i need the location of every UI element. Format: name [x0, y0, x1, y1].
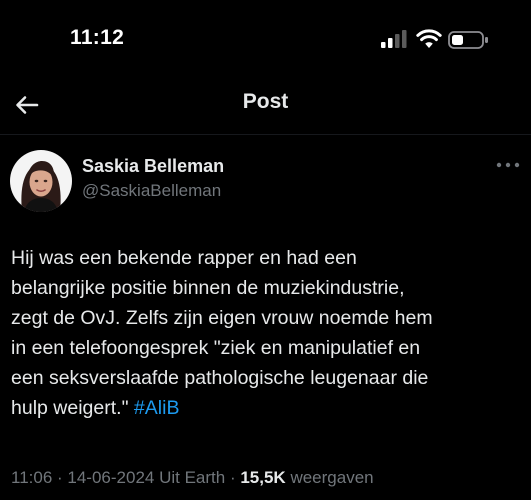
hashtag-link[interactable]: #AliB: [134, 397, 180, 419]
post-text: Hij was een bekende rapper en had een be…: [11, 243, 523, 423]
post-text-line: Hij was een bekende rapper en had een: [11, 247, 357, 269]
meta-separator: ·: [52, 468, 68, 487]
author-handle[interactable]: @SaskiaBelleman: [82, 181, 221, 201]
post-text-line: in een telefoongesprek "ziek en manipula…: [11, 337, 421, 359]
post-text-line: hulp weigert.": [11, 397, 129, 419]
avatar[interactable]: [10, 150, 72, 212]
wifi-icon: [416, 29, 442, 48]
cellular-signal-icon: [381, 30, 407, 48]
post-text-last-line: hulp weigert." #AliB: [11, 393, 523, 423]
post-time: 11:06: [11, 468, 53, 487]
avatar-image: [10, 150, 72, 212]
post-text-line: belangrijke positie binnen de muziekindu…: [11, 277, 405, 299]
author-display-name[interactable]: Saskia Belleman: [82, 156, 224, 177]
views-label[interactable]: weergaven: [290, 468, 373, 487]
status-bar: 11:12: [0, 0, 531, 80]
post-source: Uit Earth: [159, 468, 226, 487]
meta-separator: ·: [225, 468, 241, 487]
post-meta: 11:06 · 14-06-2024 Uit Earth · 15,5K wee…: [11, 468, 374, 488]
page-title: Post: [242, 90, 289, 113]
more-horizontal-icon: [496, 162, 520, 168]
status-time: 11:12: [70, 26, 125, 49]
header-divider: [0, 134, 531, 135]
post-header: Post: [0, 80, 531, 135]
more-options-button[interactable]: [494, 158, 522, 172]
views-count[interactable]: 15,5K: [240, 468, 285, 487]
post-text-line: zegt de OvJ. Zelfs zijn eigen vrouw noem…: [11, 307, 433, 329]
post-date: 14-06-2024: [67, 468, 155, 487]
post-text-line: een seksverslaafde pathologische leugena…: [11, 367, 429, 389]
battery-icon: [448, 31, 488, 49]
